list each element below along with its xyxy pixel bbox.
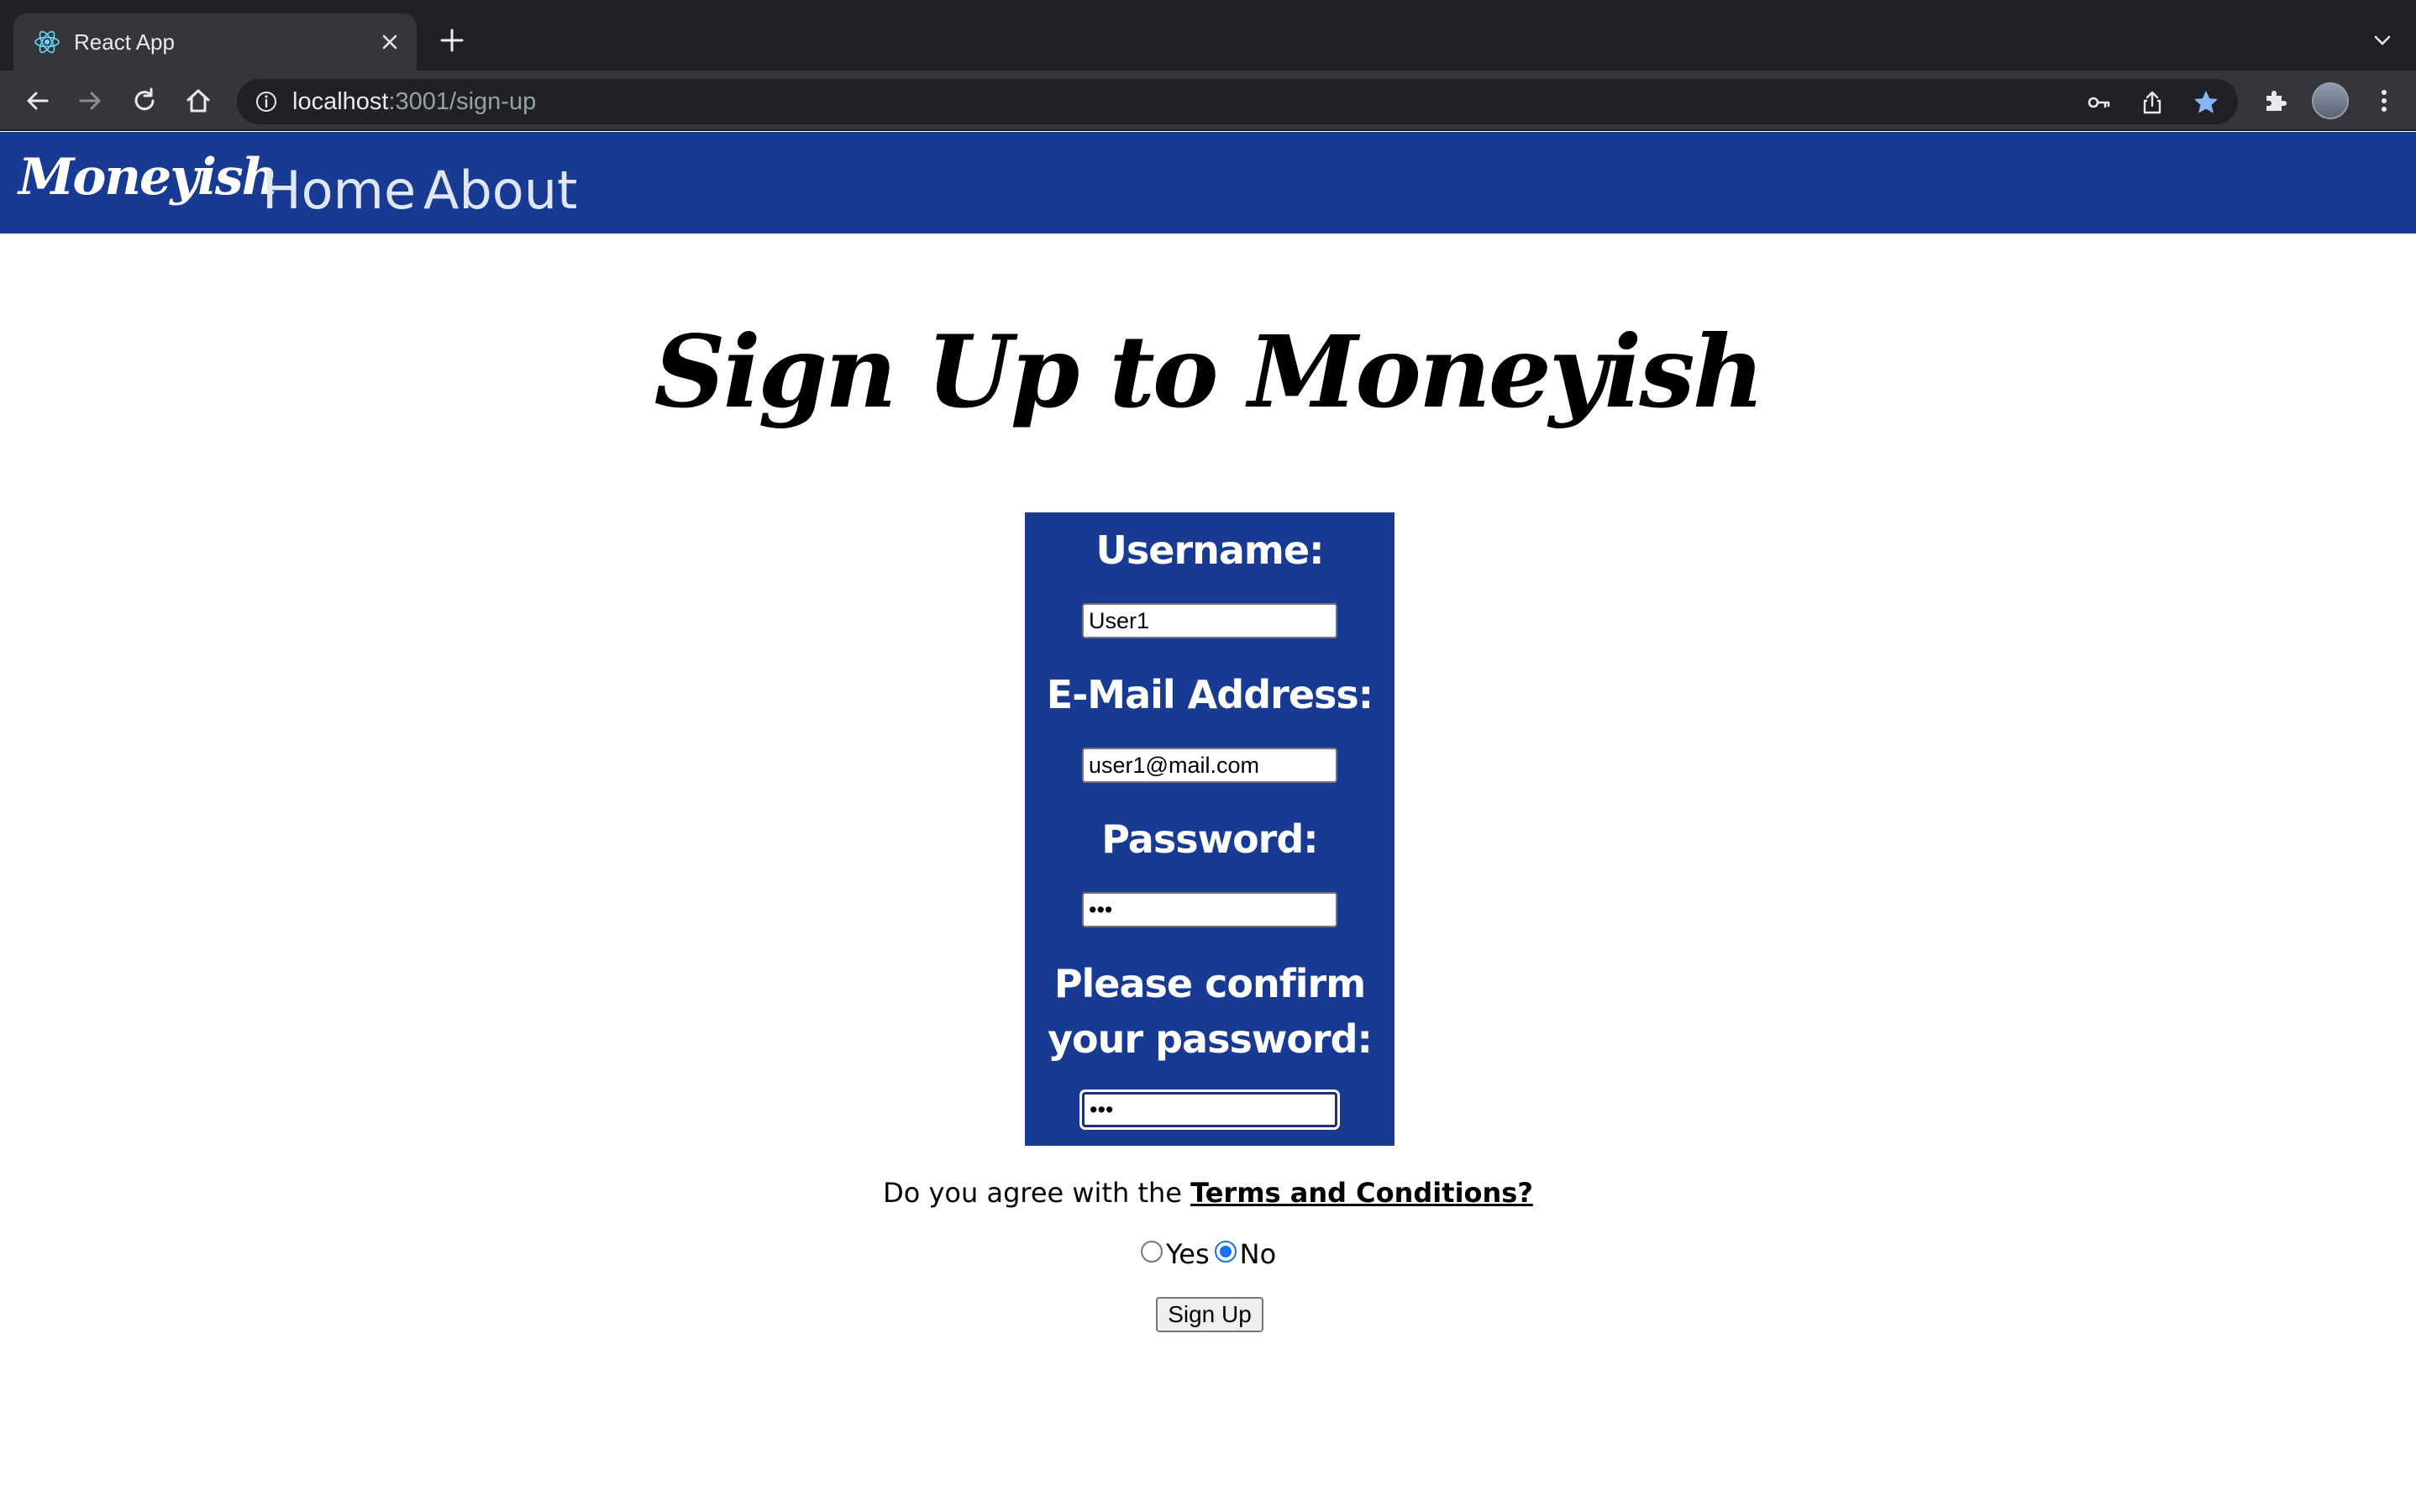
url-host: localhost <box>292 88 389 115</box>
back-icon[interactable] <box>20 84 54 118</box>
address-bar[interactable]: localhost:3001/sign-up <box>237 79 2238 124</box>
home-icon[interactable] <box>181 84 215 118</box>
extensions-puzzle-icon[interactable] <box>2258 84 2292 118</box>
reload-icon[interactable] <box>128 84 161 118</box>
url-text: localhost:3001/sign-up <box>292 79 536 124</box>
terms-no-label: No <box>1239 1238 1277 1270</box>
site-info-icon[interactable] <box>254 89 279 114</box>
brand-logo[interactable]: Moneyish <box>18 142 278 213</box>
terms-link[interactable]: Terms and Conditions? <box>1190 1177 1533 1209</box>
bookmark-star-icon[interactable] <box>2193 89 2219 116</box>
profile-avatar[interactable] <box>2312 82 2349 119</box>
terms-yes-label: Yes <box>1166 1238 1210 1270</box>
terms-question: Do you agree with the Terms and Conditio… <box>0 1169 2416 1216</box>
terms-question-text: Do you agree with the <box>883 1177 1182 1209</box>
terms-yes-radio[interactable] <box>1141 1241 1163 1263</box>
confirm-password-label-line2: your password: <box>1048 1016 1373 1062</box>
tab-search-chevron-icon[interactable] <box>2369 27 2396 54</box>
browser-tabstrip: React App <box>0 0 2416 71</box>
react-logo-icon <box>34 30 60 54</box>
confirm-password-input[interactable] <box>1082 1092 1337 1127</box>
app-navbar: Moneyish Home About <box>0 132 2416 234</box>
password-key-icon[interactable] <box>2085 89 2112 116</box>
terms-radio-group: Yes No <box>1141 1236 1281 1277</box>
browser-toolbar: localhost:3001/sign-up <box>0 71 2416 131</box>
browser-tab[interactable]: React App <box>13 13 417 71</box>
signup-form: Username: E-Mail Address: Password: Plea… <box>1025 512 1394 1146</box>
close-tab-icon[interactable] <box>375 27 405 57</box>
email-input[interactable] <box>1082 748 1337 783</box>
nav-home-link[interactable]: Home <box>262 157 416 224</box>
forward-icon[interactable] <box>74 84 108 118</box>
email-label: E-Mail Address: <box>1046 672 1373 717</box>
username-label: Username: <box>1095 528 1325 573</box>
new-tab-icon[interactable] <box>437 25 467 55</box>
username-input[interactable] <box>1082 603 1337 638</box>
terms-no-radio[interactable] <box>1214 1241 1237 1263</box>
tab-title: React App <box>74 29 175 55</box>
signup-button[interactable]: Sign Up <box>1156 1297 1263 1332</box>
password-label: Password: <box>1101 816 1318 862</box>
password-input[interactable] <box>1082 892 1337 927</box>
confirm-password-label-line1: Please confirm <box>1053 961 1366 1006</box>
page-title: Sign Up to Moneyish <box>654 313 1764 430</box>
url-path: :3001/sign-up <box>388 88 537 115</box>
share-icon[interactable] <box>2139 89 2166 116</box>
browser-menu-icon[interactable] <box>2367 84 2401 118</box>
nav-about-link[interactable]: About <box>423 157 577 224</box>
